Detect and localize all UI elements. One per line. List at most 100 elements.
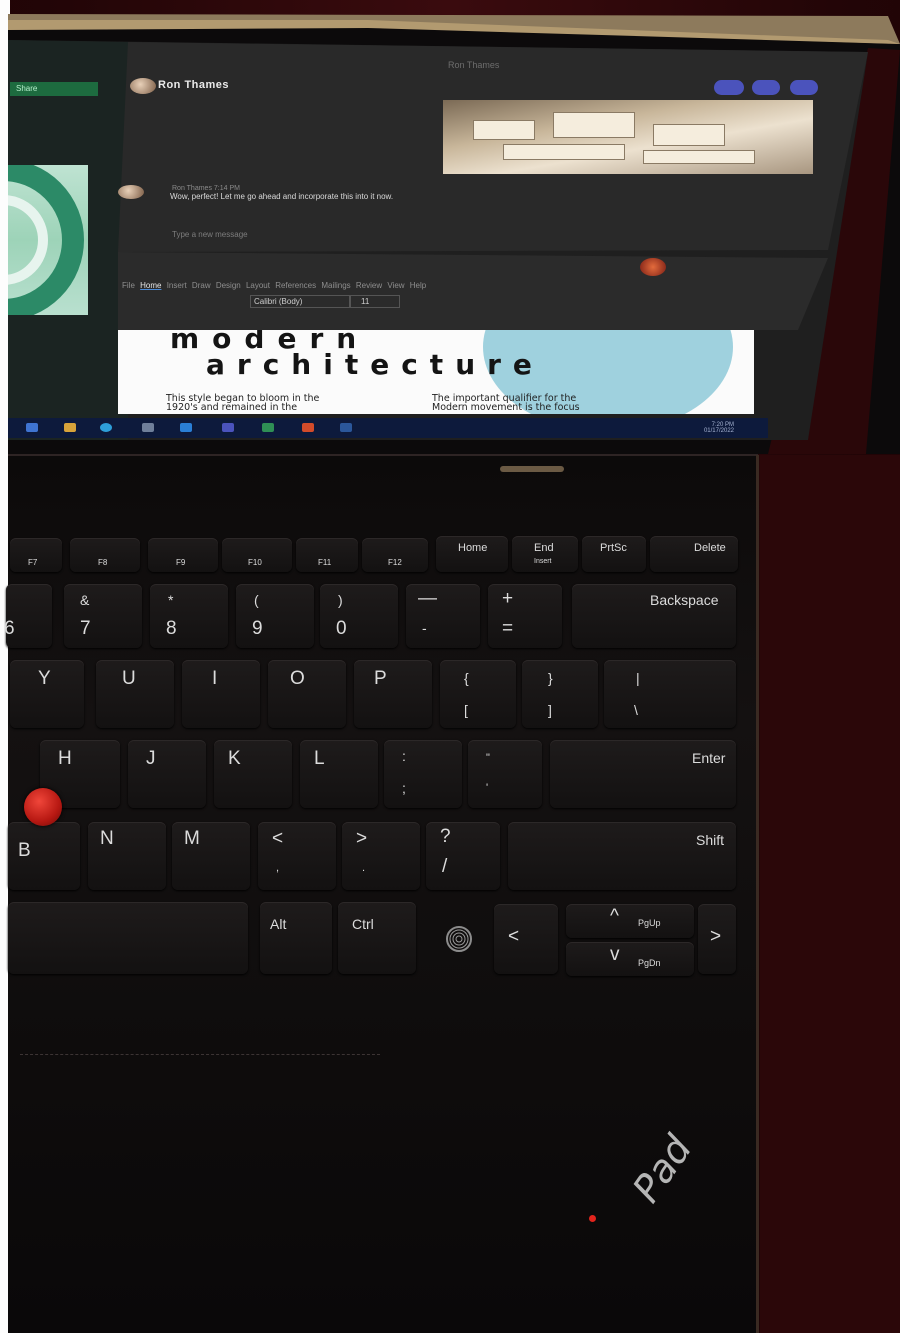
key-arrow-down-label: v xyxy=(610,944,620,965)
key-comma[interactable]: <, xyxy=(258,822,336,890)
word-icon[interactable] xyxy=(340,423,352,432)
key-slash-bottom: / xyxy=(442,856,448,877)
key-semicolon[interactable]: :; xyxy=(384,740,462,808)
trackpoint[interactable] xyxy=(24,788,62,826)
tab-file[interactable]: File xyxy=(122,281,135,290)
key-y[interactable]: Y xyxy=(10,660,84,728)
key-home[interactable]: Home xyxy=(436,536,508,572)
key-l[interactable]: L xyxy=(300,740,378,808)
key-ctrl[interactable]: Ctrl xyxy=(338,902,416,974)
key-arrow-right-label: > xyxy=(710,926,722,947)
key-backspace-label: Backspace xyxy=(650,592,719,608)
key-8-top: * xyxy=(168,592,174,608)
doc-col1-line2: 1920's and remained in the xyxy=(166,402,298,413)
key-left-bracket[interactable]: {[ xyxy=(440,660,516,728)
hinge xyxy=(8,454,758,456)
message-input[interactable]: Type a new message xyxy=(172,230,248,239)
key-f9[interactable]: F9 xyxy=(148,538,218,572)
key-space[interactable] xyxy=(8,902,248,974)
key-8[interactable]: * 8 xyxy=(150,584,228,648)
clock-date: 01/17/2022 xyxy=(703,428,734,434)
key-shift[interactable]: Shift xyxy=(508,822,736,890)
key-k[interactable]: K xyxy=(214,740,292,808)
chat-message: Wow, perfect! Let me go ahead and incorp… xyxy=(170,192,394,201)
explorer-icon[interactable] xyxy=(64,423,76,432)
key-delete[interactable]: Delete xyxy=(650,536,738,572)
key-i-label: I xyxy=(212,668,218,689)
key-prtsc[interactable]: PrtSc xyxy=(582,536,646,572)
excel-icon[interactable] xyxy=(262,423,274,432)
screen-share-button[interactable] xyxy=(790,80,818,95)
key-7[interactable]: & 7 xyxy=(64,584,142,648)
key-end[interactable]: End Insert xyxy=(512,536,578,572)
fingerprint-icon[interactable] xyxy=(446,926,472,952)
key-9-bottom: 9 xyxy=(252,618,263,639)
key-arrow-down[interactable]: v PgDn xyxy=(566,942,694,976)
edge-icon[interactable] xyxy=(100,423,112,432)
key-f11[interactable]: F11 xyxy=(296,538,358,572)
key-semicolon-bottom: ; xyxy=(402,780,406,796)
key-arrow-left[interactable]: < xyxy=(494,904,558,974)
teams-icon[interactable] xyxy=(222,423,234,432)
powerpoint-icon[interactable] xyxy=(302,423,314,432)
key-pgdn-label: PgDn xyxy=(638,958,661,968)
key-arrow-right[interactable]: > xyxy=(698,904,736,974)
tab-others[interactable]: Insert Draw Design Layout References Mai… xyxy=(167,281,427,290)
message-meta: Ron Thames 7:14 PM xyxy=(172,185,240,192)
key-alt[interactable]: Alt xyxy=(260,902,332,974)
video-call-button[interactable] xyxy=(714,80,744,95)
share-button[interactable]: Share xyxy=(10,82,98,96)
key-f10[interactable]: F10 xyxy=(222,538,292,572)
key-equals[interactable]: + = xyxy=(488,584,562,648)
clock[interactable]: 7:20 PM 01/17/2022 xyxy=(704,422,734,434)
key-i[interactable]: I xyxy=(182,660,260,728)
start-icon[interactable] xyxy=(26,423,38,432)
key-f8[interactable]: F8 xyxy=(70,538,140,572)
key-arrow-up-label: ^ xyxy=(610,906,619,927)
key-0[interactable]: ) 0 xyxy=(320,584,398,648)
audio-call-button[interactable] xyxy=(752,80,780,95)
shared-photo[interactable] xyxy=(443,100,813,174)
store-icon[interactable] xyxy=(142,423,154,432)
key-o[interactable]: O xyxy=(268,660,346,728)
key-delete-label: Delete xyxy=(694,542,726,554)
key-backspace[interactable]: Backspace xyxy=(572,584,736,648)
slide-thumbnail xyxy=(8,165,88,315)
word-ribbon-tabs[interactable]: File Home Insert Draw Design Layout Refe… xyxy=(122,281,426,290)
font-name-select[interactable]: Calibri (Body) xyxy=(250,295,350,308)
message-avatar xyxy=(118,185,144,199)
key-end-label: End xyxy=(534,542,554,554)
fingerprint-graphic xyxy=(449,929,469,949)
key-9[interactable]: (9 xyxy=(236,584,314,648)
document-page[interactable]: modern architecture This style began to … xyxy=(118,330,754,414)
key-6[interactable]: 6 xyxy=(4,584,52,648)
key-enter[interactable]: Enter xyxy=(550,740,736,808)
key-f12[interactable]: F12 xyxy=(362,538,428,572)
key-ctrl-label: Ctrl xyxy=(352,916,374,932)
user-avatar[interactable] xyxy=(640,258,666,276)
key-quote[interactable]: " ' xyxy=(468,740,542,808)
key-j[interactable]: J xyxy=(128,740,206,808)
key-m[interactable]: M xyxy=(172,822,250,890)
key-enter-label: Enter xyxy=(692,750,726,766)
key-p[interactable]: P xyxy=(354,660,432,728)
contact-avatar xyxy=(130,78,156,94)
key-f7[interactable]: F7 xyxy=(10,538,62,572)
tab-home[interactable]: Home xyxy=(140,281,161,290)
key-f9-label: F9 xyxy=(176,558,186,567)
key-slash[interactable]: ? / xyxy=(426,822,500,890)
key-b[interactable]: B xyxy=(8,822,80,890)
key-arrow-up[interactable]: ^ PgUp xyxy=(566,904,694,938)
key-u[interactable]: U xyxy=(96,660,174,728)
key-minus[interactable]: — - xyxy=(406,584,480,648)
key-insert-label: Insert xyxy=(534,558,552,565)
key-backslash[interactable]: | \ xyxy=(604,660,736,728)
key-right-bracket[interactable]: }] xyxy=(522,660,598,728)
window-title: Ron Thames xyxy=(448,60,500,70)
key-f12-label: F12 xyxy=(388,558,402,567)
font-size-select[interactable]: 11 xyxy=(350,295,400,308)
mail-icon[interactable] xyxy=(180,423,192,432)
key-period[interactable]: >. xyxy=(342,822,420,890)
key-n[interactable]: N xyxy=(88,822,166,890)
key-6-label: 6 xyxy=(4,618,15,639)
